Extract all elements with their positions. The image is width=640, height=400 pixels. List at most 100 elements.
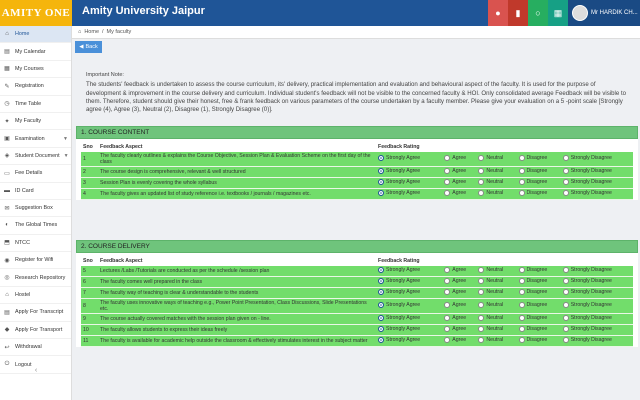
radio-button[interactable]: [518, 179, 525, 185]
radio-button[interactable]: [518, 155, 525, 161]
sidebar-item-time-table[interactable]: ◷ Time Table: [0, 96, 71, 113]
rating-option[interactable]: Agree: [442, 335, 477, 347]
rating-option[interactable]: Strongly Disagree: [560, 152, 633, 167]
rating-option[interactable]: Neutral: [476, 313, 517, 325]
radio-button[interactable]: [378, 326, 385, 332]
rating-option[interactable]: Neutral: [476, 287, 517, 299]
rating-option[interactable]: Disagree: [516, 335, 561, 347]
amity-logo[interactable]: AMITY ONE: [0, 0, 72, 26]
radio-button[interactable]: [562, 278, 569, 284]
sidebar-item-my-faculty[interactable]: ✦ My Faculty: [0, 113, 71, 131]
radio-button[interactable]: [562, 190, 569, 196]
radio-button[interactable]: [378, 278, 385, 284]
user-menu[interactable]: Mr HARDIK CH...: [568, 0, 640, 26]
radio-button[interactable]: [562, 155, 569, 161]
rating-option[interactable]: Disagree: [516, 313, 561, 325]
radio-button[interactable]: [444, 179, 451, 185]
rating-option[interactable]: Neutral: [476, 188, 517, 200]
radio-button[interactable]: [518, 278, 525, 284]
rating-option[interactable]: Strongly Agree: [376, 276, 443, 288]
sidebar-item-fee-details[interactable]: ▭ Fee Details: [0, 165, 71, 183]
collapse-sidebar-icon[interactable]: ‹: [0, 367, 72, 374]
rating-option[interactable]: Neutral: [476, 166, 517, 178]
rating-option[interactable]: Agree: [442, 152, 477, 167]
radio-button[interactable]: [478, 302, 485, 308]
radio-button[interactable]: [378, 155, 385, 161]
bell-icon[interactable]: ●: [488, 0, 508, 26]
radio-button[interactable]: [478, 155, 485, 161]
sidebar-item-withdrawal[interactable]: ↩ Withdrawal: [0, 339, 71, 357]
radio-button[interactable]: [562, 179, 569, 185]
radio-button[interactable]: [478, 190, 485, 196]
rating-option[interactable]: Neutral: [476, 266, 517, 277]
rating-option[interactable]: Strongly Agree: [376, 177, 443, 189]
rating-option[interactable]: Strongly Agree: [376, 335, 443, 347]
rating-option[interactable]: Disagree: [516, 177, 561, 189]
radio-button[interactable]: [562, 289, 569, 295]
radio-button[interactable]: [444, 155, 451, 161]
sidebar-item-student-document[interactable]: ◈ Student Document ▼: [0, 148, 71, 166]
radio-button[interactable]: [518, 337, 525, 343]
sidebar-item-home[interactable]: ⌂ Home: [0, 26, 71, 44]
rating-option[interactable]: Agree: [442, 188, 477, 200]
radio-button[interactable]: [378, 168, 385, 174]
sidebar-item-research-repository[interactable]: ◎ Research Repository: [0, 269, 71, 287]
rating-option[interactable]: Strongly Agree: [376, 188, 443, 200]
radio-button[interactable]: [378, 302, 385, 308]
rating-option[interactable]: Neutral: [476, 298, 517, 314]
radio-button[interactable]: [518, 267, 525, 273]
radio-button[interactable]: [562, 315, 569, 321]
radio-button[interactable]: [378, 289, 385, 295]
sidebar-item-my-courses[interactable]: ▦ My Courses: [0, 61, 71, 79]
rating-option[interactable]: Strongly Disagree: [560, 177, 633, 189]
radio-button[interactable]: [444, 326, 451, 332]
rating-option[interactable]: Disagree: [516, 188, 561, 200]
rating-option[interactable]: Strongly Agree: [376, 313, 443, 325]
rating-option[interactable]: Strongly Disagree: [560, 324, 633, 336]
sidebar-item-apply-for-transcript[interactable]: ▤ Apply For Transcript: [0, 304, 71, 322]
sidebar-item-ntcc[interactable]: ⬒ NTCC: [0, 235, 71, 253]
radio-button[interactable]: [518, 302, 525, 308]
rating-option[interactable]: Strongly Agree: [376, 166, 443, 178]
radio-button[interactable]: [562, 326, 569, 332]
rating-option[interactable]: Disagree: [516, 166, 561, 178]
sidebar-item-hostel[interactable]: ⌂ Hostel: [0, 287, 71, 305]
rating-option[interactable]: Agree: [442, 298, 477, 314]
radio-button[interactable]: [378, 179, 385, 185]
rating-option[interactable]: Strongly Disagree: [560, 298, 633, 314]
sidebar-item-register-for-wifi[interactable]: ◉ Register for Wifi: [0, 252, 71, 270]
rating-option[interactable]: Agree: [442, 266, 477, 277]
rating-option[interactable]: Disagree: [516, 152, 561, 167]
rating-option[interactable]: Neutral: [476, 276, 517, 288]
home-icon[interactable]: ⌂: [78, 29, 81, 35]
rating-option[interactable]: Disagree: [516, 266, 561, 277]
rating-option[interactable]: Strongly Agree: [376, 152, 443, 167]
radio-button[interactable]: [444, 337, 451, 343]
sidebar-item-id-card[interactable]: ▬ ID Card: [0, 183, 71, 200]
rating-option[interactable]: Agree: [442, 324, 477, 336]
radio-button[interactable]: [518, 315, 525, 321]
rating-option[interactable]: Disagree: [516, 298, 561, 314]
radio-button[interactable]: [518, 326, 525, 332]
rating-option[interactable]: Agree: [442, 276, 477, 288]
radio-button[interactable]: [518, 190, 525, 196]
radio-button[interactable]: [478, 267, 485, 273]
sidebar-item-my-calendar[interactable]: ▤ My Calendar: [0, 43, 71, 61]
rating-option[interactable]: Disagree: [516, 276, 561, 288]
radio-button[interactable]: [444, 267, 451, 273]
radio-button[interactable]: [444, 289, 451, 295]
radio-button[interactable]: [562, 267, 569, 273]
rating-option[interactable]: Disagree: [516, 287, 561, 299]
radio-button[interactable]: [444, 315, 451, 321]
rating-option[interactable]: Strongly Agree: [376, 287, 443, 299]
grid-icon[interactable]: ▦: [548, 0, 568, 26]
radio-button[interactable]: [444, 190, 451, 196]
rating-option[interactable]: Agree: [442, 287, 477, 299]
back-button[interactable]: ◀ Back: [75, 41, 102, 53]
rating-option[interactable]: Agree: [442, 313, 477, 325]
radio-button[interactable]: [444, 302, 451, 308]
radio-button[interactable]: [444, 168, 451, 174]
sidebar-item-the-global-times[interactable]: ◐ The Global Times: [0, 217, 71, 235]
circle-icon[interactable]: ○: [528, 0, 548, 26]
rating-option[interactable]: Strongly Disagree: [560, 287, 633, 299]
